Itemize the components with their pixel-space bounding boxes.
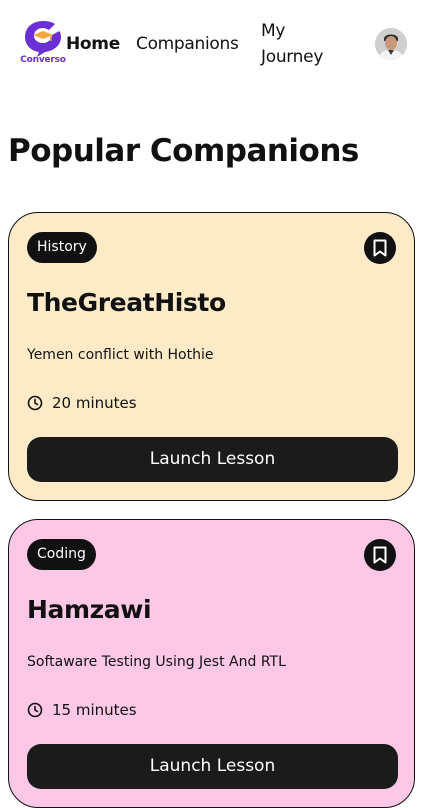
bookmark-button[interactable] <box>364 539 396 571</box>
duration-text: 20 minutes <box>52 394 137 412</box>
companion-name: Hamzawi <box>27 595 152 624</box>
nav-home-link[interactable]: Home <box>66 31 120 57</box>
companion-name: TheGreatHisto <box>27 288 226 317</box>
bookmark-icon <box>373 546 387 564</box>
nav-companions-link[interactable]: Companions <box>136 31 239 57</box>
page-title: Popular Companions <box>8 133 359 169</box>
clock-icon <box>27 702 43 718</box>
logo-icon <box>25 21 61 57</box>
subject-badge: History <box>27 232 97 263</box>
companion-topic: Softaware Testing Using Jest And RTL <box>27 654 286 670</box>
companion-card: History TheGreatHisto Yemen conflict wit… <box>8 212 415 501</box>
avatar-image <box>375 28 407 60</box>
companion-topic: Yemen conflict with Hothie <box>27 347 214 363</box>
duration-text: 15 minutes <box>52 701 137 719</box>
user-avatar[interactable] <box>375 28 407 60</box>
navbar: Converso Home Companions My Journey <box>0 0 423 90</box>
logo-text: Converso <box>20 55 66 65</box>
companion-card: Coding Hamzawi Softaware Testing Using J… <box>8 519 415 808</box>
bookmark-icon <box>373 239 387 257</box>
converso-logo[interactable]: Converso <box>18 19 68 69</box>
nav-my-journey-link[interactable]: My Journey <box>261 18 341 70</box>
launch-lesson-button[interactable]: Launch Lesson <box>27 744 398 789</box>
bookmark-button[interactable] <box>364 232 396 264</box>
launch-lesson-button[interactable]: Launch Lesson <box>27 437 398 482</box>
clock-icon <box>27 395 43 411</box>
subject-badge: Coding <box>27 539 96 570</box>
